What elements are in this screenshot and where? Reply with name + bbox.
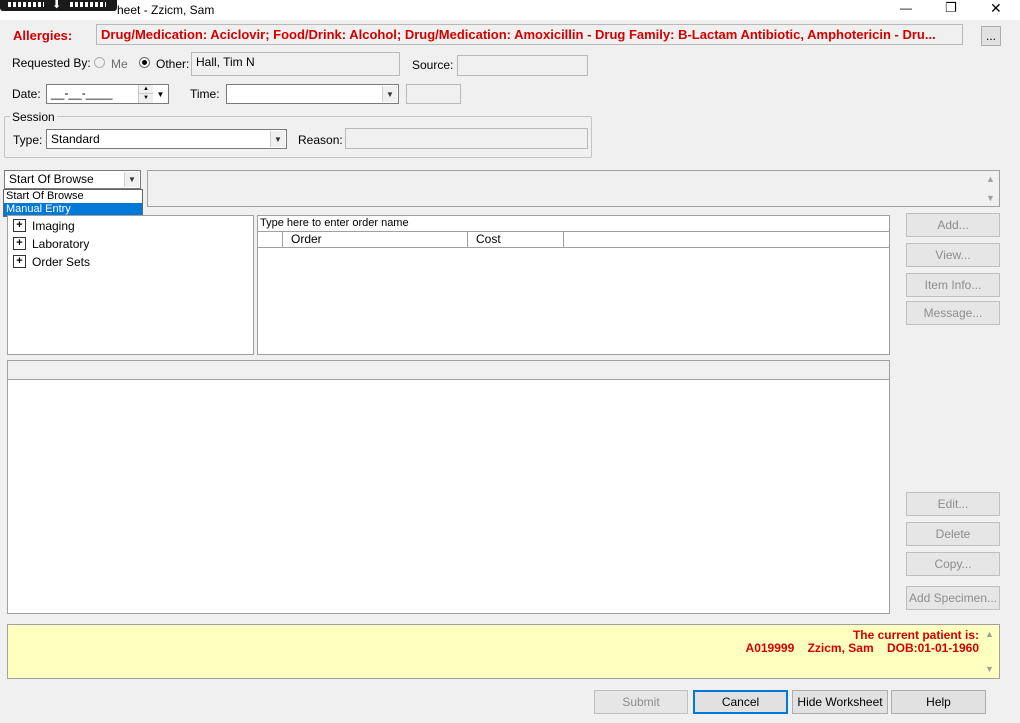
window-title: heet - Zzicm, Sam [117,3,215,17]
browse-scroll-down-icon[interactable]: ▼ [986,193,995,203]
browse-scroll-up-icon[interactable]: ▲ [986,174,995,184]
banner-scroll-up-icon[interactable]: ▲ [985,629,994,639]
session-type-select[interactable]: Standard ▼ [46,129,287,149]
spin-down-icon[interactable]: ▼ [139,94,153,102]
banner-scroll-down-icon[interactable]: ▼ [985,664,994,674]
spin-up-icon[interactable]: ▲ [139,85,153,94]
close-icon[interactable]: ✕ [990,0,1002,17]
time-extra-field [406,84,461,104]
add-specimen-button[interactable]: Add Specimen... [906,586,1000,610]
patient-banner-line2: A019999 Zzicm, Sam DOB:01-01-1960 [745,641,979,655]
view-button[interactable]: View... [906,243,1000,267]
allergies-label: Allergies: [13,28,73,43]
cancel-button[interactable]: Cancel [693,690,788,714]
reason-label: Reason: [298,133,343,147]
edit-button[interactable]: Edit... [906,492,1000,516]
tree-item-imaging[interactable]: Imaging [32,219,75,233]
allergies-field: Drug/Medication: Aciclovir; Food/Drink: … [96,24,963,45]
help-button[interactable]: Help [891,690,986,714]
column-header-cost[interactable]: Cost [468,232,564,247]
date-label: Date: [12,87,41,101]
overlay-dots-left [8,2,44,7]
session-group-label: Session [10,110,57,124]
order-tree[interactable] [7,215,254,355]
minimize-icon[interactable]: — [900,1,912,15]
tree-item-order-sets[interactable]: Order Sets [32,255,90,269]
item-info-button[interactable]: Item Info... [906,273,1000,297]
other-radio-label: Other: [156,57,190,71]
message-button[interactable]: Message... [906,301,1000,325]
time-label: Time: [190,87,220,101]
browse-selected-value: Start Of Browse [9,172,94,186]
session-type-value: Standard [51,132,100,146]
source-label: Source: [412,58,454,72]
worksheet-grid[interactable] [7,360,890,614]
me-radio-label: Me [111,57,128,71]
column-header-order[interactable]: Order [283,232,468,247]
order-grid-header: Order Cost [258,232,889,248]
other-radio[interactable] [139,57,150,68]
download-arrow-icon: ⬇ [52,0,62,11]
delete-button[interactable]: Delete [906,522,1000,546]
hide-worksheet-button[interactable]: Hide Worksheet [792,690,888,714]
patient-banner-line1: The current patient is: [852,628,979,642]
browse-dropdown-list: Start Of Browse Manual Entry [3,189,143,217]
reason-field[interactable] [345,128,588,149]
title-bar: ⬇ heet - Zzicm, Sam — ❐ ✕ [0,0,1020,20]
date-spinner[interactable]: ▲ ▼ [138,85,153,103]
time-select[interactable]: ▼ [226,84,399,104]
order-search-input[interactable]: Type here to enter order name [258,216,889,232]
requested-by-label: Requested By: [12,56,91,70]
copy-button[interactable]: Copy... [906,552,1000,576]
expand-icon[interactable]: + [13,237,26,250]
add-button[interactable]: Add... [906,213,1000,237]
me-radio[interactable] [94,57,105,68]
browse-description-box [147,170,1000,207]
overlay-dots-right [70,2,106,7]
session-type-dropdown-icon[interactable]: ▼ [270,131,285,147]
browse-select[interactable]: Start Of Browse ▼ [4,170,141,189]
expand-icon[interactable]: + [13,255,26,268]
worksheet-grid-header [8,361,889,380]
session-type-label: Type: [13,133,43,147]
browse-option-start[interactable]: Start Of Browse [4,190,142,203]
restore-icon[interactable]: ❐ [945,0,957,16]
source-field[interactable] [457,55,588,76]
time-dropdown-icon[interactable]: ▼ [382,86,397,102]
expand-icon[interactable]: + [13,219,26,232]
submit-button[interactable]: Submit [594,690,688,714]
tree-item-laboratory[interactable]: Laboratory [32,237,89,251]
allergies-more-button[interactable]: ... [981,26,1001,46]
taskbar-overlay: ⬇ [0,0,117,11]
date-dropdown-icon[interactable]: ▼ [153,85,168,103]
other-requester-field: Hall, Tim N [191,52,400,76]
browse-dropdown-icon[interactable]: ▼ [124,172,139,187]
row-selector-header [258,232,283,247]
